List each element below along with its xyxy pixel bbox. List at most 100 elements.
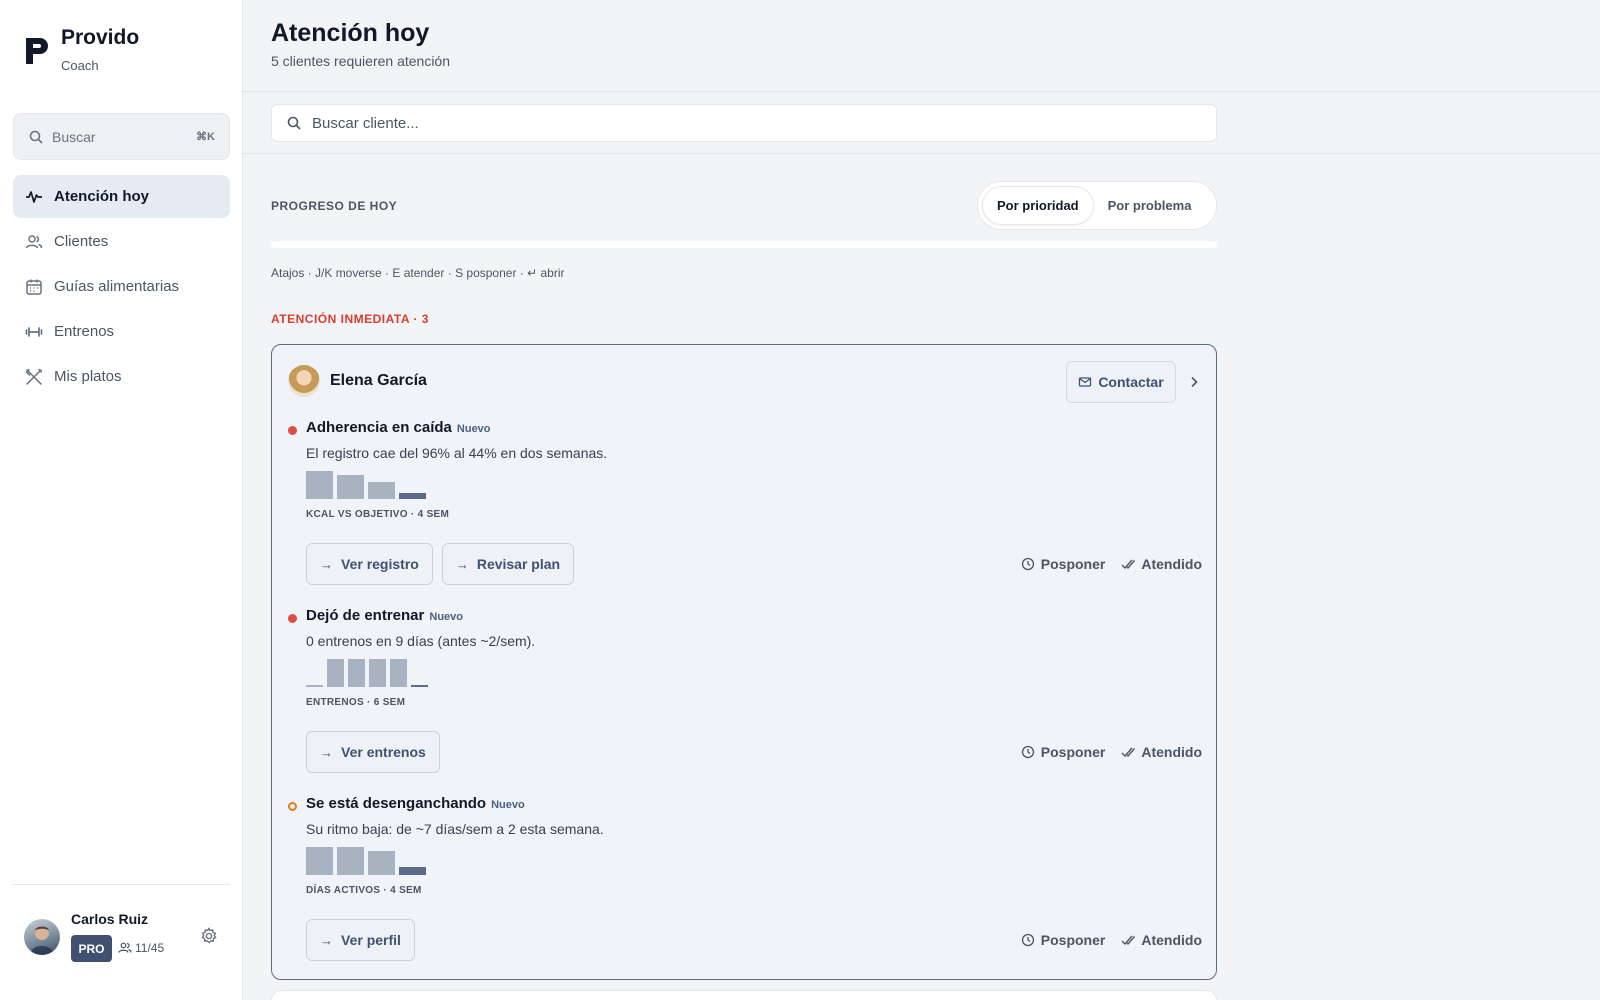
arrow-right-icon: → — [320, 932, 333, 948]
atendido-button[interactable]: Atendido — [1121, 744, 1202, 760]
utensils-icon — [25, 368, 43, 385]
client-name: Elena García — [330, 372, 427, 389]
check-double-icon — [1121, 935, 1136, 946]
shortcut-hint: ⌘K — [196, 131, 215, 143]
clock-icon — [1021, 933, 1034, 947]
avatar — [288, 365, 320, 397]
posponer-button[interactable]: Posponer — [1021, 932, 1106, 948]
new-tag: Nuevo — [456, 423, 491, 435]
issue-description: Su ritmo baja: de ~7 días/sem a 2 esta s… — [306, 821, 604, 837]
trend-label: DÍAS ACTIVOS · 4 SEM — [306, 885, 422, 896]
issue-title-text: Dejó de entrenar — [306, 607, 425, 624]
issue-item: Se está desenganchando Nuevo Su ritmo baj… — [288, 795, 1202, 971]
users-icon — [118, 942, 132, 953]
trend-bar — [399, 493, 426, 499]
client-card[interactable] — [271, 990, 1217, 1000]
toggle-por-problema[interactable]: Por problema — [1094, 186, 1206, 225]
trend-bar — [327, 659, 344, 687]
issue-item: Dejó de entrenar Nuevo 0 entrenos en 9 dí… — [288, 607, 1202, 783]
sidebar-item-label: Guías alimentarias — [54, 278, 180, 295]
issue-title-text: Adherencia en caída — [306, 419, 452, 436]
ver-perfil-button[interactable]: → Ver perfil — [306, 919, 415, 961]
ver-entrenos-button[interactable]: → Ver entrenos — [306, 731, 440, 773]
posponer-button[interactable]: Posponer — [1021, 744, 1105, 760]
trend-bar — [368, 482, 395, 499]
new-tag: Nuevo — [429, 611, 463, 623]
gear-icon[interactable] — [200, 927, 218, 945]
trend-label: KCAL VS OBJETIVO · 4 SEM — [306, 509, 450, 520]
revisar-plan-button[interactable]: → Revisar plan — [441, 543, 575, 585]
activity-icon — [26, 190, 42, 203]
search-icon — [287, 116, 301, 130]
sidebar-item-guias-alimentarias[interactable]: Guías alimentarias — [13, 265, 230, 308]
search-input[interactable] — [312, 114, 1216, 132]
progress-bar — [271, 241, 1217, 248]
issue-description: El registro cae del 96% al 44% en dos se… — [306, 445, 608, 461]
atendido-label: Atendido — [1141, 744, 1202, 760]
sidebar-item-entrenos[interactable]: Entrenos — [13, 310, 230, 353]
trend-chart — [306, 471, 506, 499]
client-card[interactable]: Elena García Contactar Adherencia en caí… — [271, 344, 1217, 980]
sidebar-item-label: Entrenos — [54, 323, 115, 340]
trend-bar — [399, 867, 426, 875]
mail-icon — [1079, 377, 1092, 387]
search-divider — [243, 153, 1600, 154]
issue-actions: → Ver registro → Revisar plan — [306, 543, 583, 585]
sidebar-item-atencion-hoy[interactable]: Atención hoy — [13, 175, 230, 218]
atendido-label: Atendido — [1141, 932, 1202, 948]
arrow-right-icon: → — [320, 744, 333, 760]
user-profile[interactable]: Carlos Ruiz PRO 11/45 — [24, 908, 220, 964]
sidebar-item-label: Mis platos — [54, 368, 122, 385]
keyboard-shortcuts: Atajos · J/K moverse · E atender · S pos… — [271, 266, 565, 280]
sidebar-search-label: Buscar — [52, 128, 96, 145]
client-search[interactable] — [271, 104, 1217, 142]
page-title: Atención hoy — [271, 19, 430, 47]
chevron-right-icon[interactable] — [1186, 374, 1202, 390]
trend-bar — [390, 659, 407, 687]
issue-title: Se está desenganchando Nuevo — [306, 795, 525, 812]
atendido-button[interactable]: Atendido — [1121, 932, 1202, 948]
sidebar: Provido Coach Buscar ⌘K Atención hoy Cli… — [0, 0, 243, 1000]
clock-icon — [1021, 745, 1034, 759]
provido-logo-icon — [26, 38, 48, 64]
sidebar-nav: Atención hoy Clientes Guías alimentarias… — [13, 175, 230, 400]
arrow-right-icon: → — [455, 556, 469, 572]
sidebar-search[interactable]: Buscar ⌘K — [13, 113, 230, 160]
issue-description: 0 entrenos en 9 días (antes ~2/sem). — [306, 633, 536, 649]
plan-badge: PRO — [71, 935, 112, 962]
client-count-value: 11/45 — [135, 941, 165, 955]
atendido-label: Atendido — [1141, 556, 1202, 572]
users-icon — [25, 234, 43, 248]
ver-registro-button[interactable]: → Ver registro — [306, 543, 433, 585]
severity-indicator — [288, 802, 297, 811]
atendido-button[interactable]: Atendido — [1121, 556, 1202, 572]
trend-bar — [306, 471, 333, 499]
toggle-por-prioridad[interactable]: Por prioridad — [982, 186, 1094, 225]
brand-subtitle: Coach — [61, 58, 99, 73]
brand[interactable]: Provido Coach — [24, 26, 139, 73]
trend-bar — [369, 659, 386, 687]
trend-chart — [306, 659, 506, 687]
contact-button[interactable]: Contactar — [1066, 361, 1176, 403]
issue-title: Adherencia en caída Nuevo — [306, 419, 491, 436]
trend-bar — [348, 659, 365, 687]
client-count: 11/45 — [118, 941, 164, 955]
action-label: Ver registro — [341, 556, 419, 572]
sidebar-item-mis-platos[interactable]: Mis platos — [13, 355, 230, 398]
posponer-button[interactable]: Posponer — [1021, 556, 1105, 572]
card-header: Elena García — [288, 365, 427, 397]
sidebar-item-label: Atención hoy — [54, 188, 150, 205]
sidebar-divider — [13, 884, 230, 885]
dumbbell-icon — [25, 326, 43, 337]
sidebar-item-label: Clientes — [54, 233, 109, 250]
trend-bar — [411, 685, 428, 687]
sidebar-item-clientes[interactable]: Clientes — [13, 220, 230, 263]
arrow-right-icon: → — [320, 556, 333, 572]
header-divider — [243, 91, 1600, 92]
action-label: Revisar plan — [476, 556, 561, 572]
posponer-label: Posponer — [1040, 932, 1106, 948]
issue-actions: → Ver perfil — [306, 919, 424, 961]
main-content: Atención hoy 5 clientes requieren atenci… — [243, 0, 1600, 1000]
severity-indicator — [288, 426, 297, 435]
page-subtitle: 5 clientes requieren atención — [271, 53, 451, 69]
